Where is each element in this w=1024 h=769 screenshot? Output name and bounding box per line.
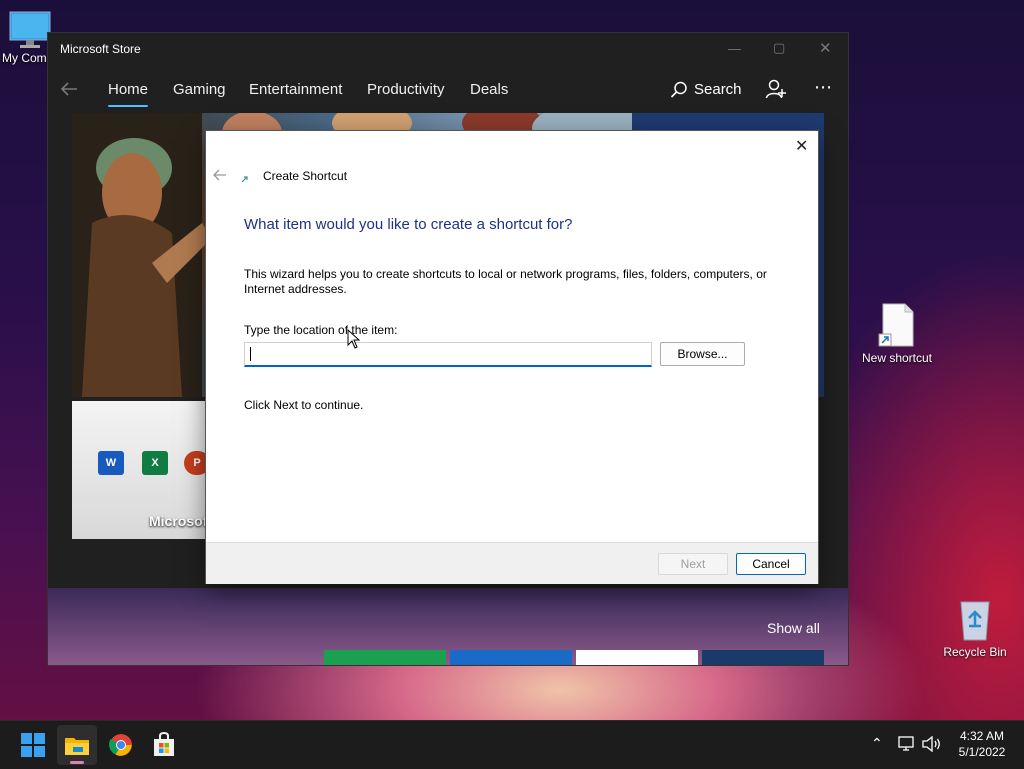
close-window-button[interactable]: ✕ [819, 39, 832, 57]
add-account-icon[interactable] [765, 78, 787, 100]
network-icon[interactable] [898, 736, 916, 752]
browse-button[interactable]: Browse... [660, 342, 745, 366]
clock-time: 4:32 AM [959, 729, 1005, 743]
clock-date: 5/1/2022 [958, 745, 1006, 759]
search-icon [670, 81, 687, 98]
chrome-icon[interactable] [109, 733, 133, 757]
office-card-label: Microsoft [149, 513, 212, 529]
active-tab-indicator [108, 105, 148, 107]
title-bar: Microsoft Store — ▢ ✕ [48, 33, 848, 65]
dialog-footer: Next Cancel [206, 542, 818, 584]
recycle-bin-icon [960, 601, 990, 641]
tab-home[interactable]: Home [108, 81, 148, 98]
more-options-icon[interactable]: ⋯ [814, 77, 833, 98]
hint-text: Click Next to continue. [244, 398, 364, 412]
location-label: Type the location of the item: [244, 323, 398, 337]
show-all-link[interactable]: Show all [767, 620, 820, 636]
microsoft-store-icon[interactable] [152, 732, 176, 758]
app-tile[interactable] [576, 650, 698, 665]
search-label: Search [694, 81, 742, 98]
desktop-icon-new-shortcut[interactable]: New shortcut [856, 302, 938, 365]
window-title: Microsoft Store [60, 42, 141, 56]
file-explorer-button[interactable] [57, 725, 97, 765]
back-arrow-icon[interactable] [60, 82, 78, 96]
windows-start-icon[interactable] [21, 733, 45, 757]
tab-deals[interactable]: Deals [470, 81, 508, 98]
desktop-icon-recycle-bin[interactable]: Recycle Bin [940, 596, 1010, 659]
store-nav: Home Gaming Entertainment Productivity D… [48, 71, 848, 111]
mouse-cursor-icon [347, 329, 361, 349]
next-button[interactable]: Next [658, 553, 728, 575]
chevron-up-icon[interactable]: ⌃ [871, 735, 883, 752]
maximize-button[interactable]: ▢ [773, 40, 785, 56]
dialog-title: Create Shortcut [263, 169, 348, 183]
close-dialog-button[interactable]: ✕ [795, 136, 808, 156]
create-shortcut-dialog: ✕ Create Shortcut What item would you li… [206, 131, 818, 584]
app-tile[interactable] [450, 650, 572, 665]
cancel-button[interactable]: Cancel [736, 553, 806, 575]
featured-band: Show all [48, 588, 848, 665]
volume-icon[interactable] [922, 736, 942, 752]
excel-icon: X [142, 451, 168, 475]
shortcut-wizard-icon [241, 176, 248, 183]
dialog-heading: What item would you like to create a sho… [244, 216, 573, 233]
folder-icon [65, 738, 89, 755]
desktop-icon-label: New shortcut [861, 351, 933, 365]
tab-gaming[interactable]: Gaming [173, 81, 226, 98]
file-shortcut-icon [878, 303, 914, 347]
monitor-icon [9, 11, 51, 48]
tab-productivity[interactable]: Productivity [367, 81, 445, 98]
back-arrow-icon[interactable] [213, 169, 227, 181]
text-caret [250, 347, 251, 361]
dialog-description: This wizard helps you to create shortcut… [244, 267, 767, 296]
app-tile[interactable] [702, 650, 824, 665]
taskbar: ⌃ 4:32 AM 5/1/2022 [0, 720, 1024, 769]
running-indicator [70, 761, 84, 764]
desktop-icon-label: Recycle Bin [943, 645, 1007, 659]
minimize-button[interactable]: — [728, 41, 741, 56]
word-icon: W [98, 451, 124, 475]
location-input[interactable] [244, 342, 652, 367]
clock[interactable]: 4:32 AM 5/1/2022 [950, 728, 1014, 760]
tab-entertainment[interactable]: Entertainment [249, 81, 342, 98]
app-tile[interactable] [324, 650, 446, 665]
